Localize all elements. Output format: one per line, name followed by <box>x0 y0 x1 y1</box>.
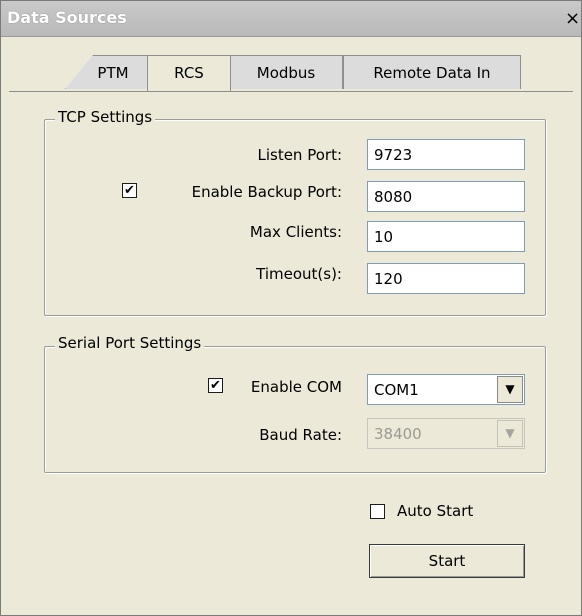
tab-rcs-label: RCS <box>174 64 204 82</box>
timeout-field[interactable]: 120 <box>367 263 525 294</box>
serial-port-settings-group <box>44 346 546 473</box>
tab-modbus-label: Modbus <box>256 64 316 82</box>
tcp-settings-legend: TCP Settings <box>55 108 156 126</box>
title-bar[interactable]: Data Sources × <box>1 1 581 37</box>
max-clients-field[interactable]: 10 <box>367 221 525 252</box>
backup-port-field[interactable]: 8080 <box>367 181 525 212</box>
tab-ptm-label: PTM <box>97 64 129 82</box>
enable-backup-port-checkbox[interactable]: ✔ <box>122 183 137 198</box>
start-button[interactable]: Start <box>369 544 525 578</box>
tab-modbus[interactable]: Modbus <box>229 55 343 89</box>
com-port-value: COM1 <box>374 381 419 399</box>
enable-backup-port-label: Enable Backup Port: <box>191 183 342 201</box>
max-clients-label: Max Clients: <box>249 223 342 241</box>
window-title: Data Sources <box>7 8 127 27</box>
chevron-down-icon[interactable]: ▼ <box>497 376 523 403</box>
chevron-down-icon: ▼ <box>497 420 523 447</box>
baud-rate-select: 38400 ▼ <box>367 418 525 449</box>
auto-start-checkbox[interactable] <box>370 504 385 519</box>
baud-rate-value: 38400 <box>374 425 422 443</box>
enable-com-label: Enable COM <box>250 378 342 396</box>
com-port-select[interactable]: COM1 ▼ <box>367 374 525 405</box>
tab-remote-data-in-label: Remote Data In <box>373 64 491 82</box>
baud-rate-label: Baud Rate: <box>259 426 342 444</box>
listen-port-field[interactable]: 9723 <box>367 139 525 170</box>
data-sources-window: Data Sources × PTM RCS Modbus Remote Dat… <box>0 0 582 616</box>
serial-port-settings-legend: Serial Port Settings <box>55 334 205 352</box>
tab-strip: PTM RCS Modbus Remote Data In <box>1 55 582 91</box>
tab-remote-data-in[interactable]: Remote Data In <box>343 55 521 89</box>
listen-port-label: Listen Port: <box>257 146 342 164</box>
tab-rcs[interactable]: RCS <box>147 55 231 91</box>
enable-com-checkbox[interactable]: ✔ <box>208 378 223 393</box>
auto-start-label: Auto Start <box>397 502 474 520</box>
timeout-label: Timeout(s): <box>256 265 342 283</box>
close-icon[interactable]: × <box>565 10 580 28</box>
